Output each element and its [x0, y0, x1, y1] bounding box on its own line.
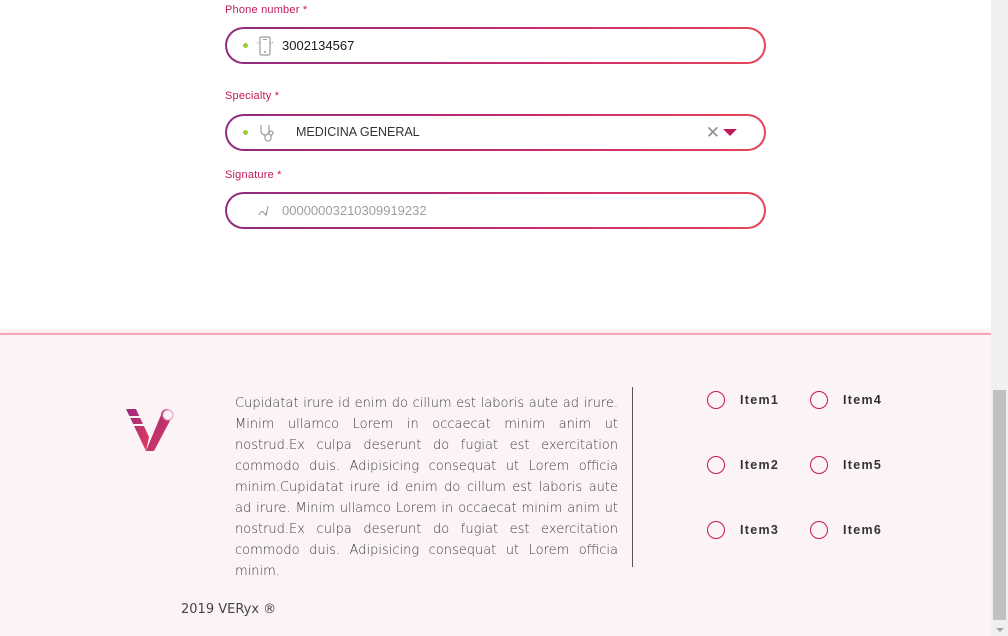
status-dot [243, 43, 248, 48]
status-dot [243, 130, 248, 135]
footer-item-label[interactable]: Item1 [740, 393, 779, 407]
radio-circle-icon[interactable] [810, 521, 828, 539]
footer: Cupidatat irure id enim do cillum est la… [0, 333, 991, 636]
footer-item-4[interactable]: Item4 [810, 389, 882, 411]
footer-item-6[interactable]: Item6 [810, 519, 882, 541]
signature-label: Signature * [225, 169, 282, 181]
radio-circle-icon[interactable] [707, 521, 725, 539]
phone-input[interactable]: 3002134567 [282, 38, 354, 53]
chevron-down-icon[interactable] [723, 129, 737, 136]
vertical-scrollbar[interactable] [991, 0, 1008, 636]
radio-circle-icon[interactable] [707, 391, 725, 409]
specialty-select[interactable]: MEDICINA GENERAL ✕ [225, 114, 766, 151]
footer-item-label[interactable]: Item6 [843, 523, 882, 537]
stethoscope-icon [257, 123, 275, 148]
footer-item-label[interactable]: Item4 [843, 393, 882, 407]
veryx-logo [125, 407, 177, 460]
footer-item-label[interactable]: Item5 [843, 458, 882, 472]
footer-item-1[interactable]: Item1 [707, 389, 779, 411]
radio-circle-icon[interactable] [810, 391, 828, 409]
phone-label: Phone number * [225, 4, 308, 16]
radio-circle-icon[interactable] [707, 456, 725, 474]
scroll-down-arrow-icon[interactable] [996, 628, 1004, 632]
signature-input[interactable]: 00000003210309919232 [282, 203, 427, 218]
footer-item-label[interactable]: Item2 [740, 458, 779, 472]
copyright-text: 2019 VERyx ® [181, 602, 277, 617]
mobile-phone-icon [256, 36, 274, 61]
footer-item-3[interactable]: Item3 [707, 519, 779, 541]
footer-item-label[interactable]: Item3 [740, 523, 779, 537]
registration-form: Phone number * 3002134567 Specialty * ME… [0, 0, 991, 333]
signature-icon [257, 203, 273, 224]
scrollbar-thumb[interactable] [993, 390, 1006, 620]
specialty-label: Specialty * [225, 90, 280, 102]
radio-circle-icon[interactable] [810, 456, 828, 474]
clear-icon[interactable]: ✕ [706, 124, 720, 141]
footer-divider [632, 387, 633, 567]
footer-item-2[interactable]: Item2 [707, 454, 779, 476]
signature-field[interactable]: 00000003210309919232 [225, 192, 766, 229]
phone-field[interactable]: 3002134567 [225, 27, 766, 64]
footer-item-5[interactable]: Item5 [810, 454, 882, 476]
specialty-selected-value: MEDICINA GENERAL [296, 125, 420, 139]
footer-description: Cupidatat irure id enim do cillum est la… [235, 396, 618, 579]
